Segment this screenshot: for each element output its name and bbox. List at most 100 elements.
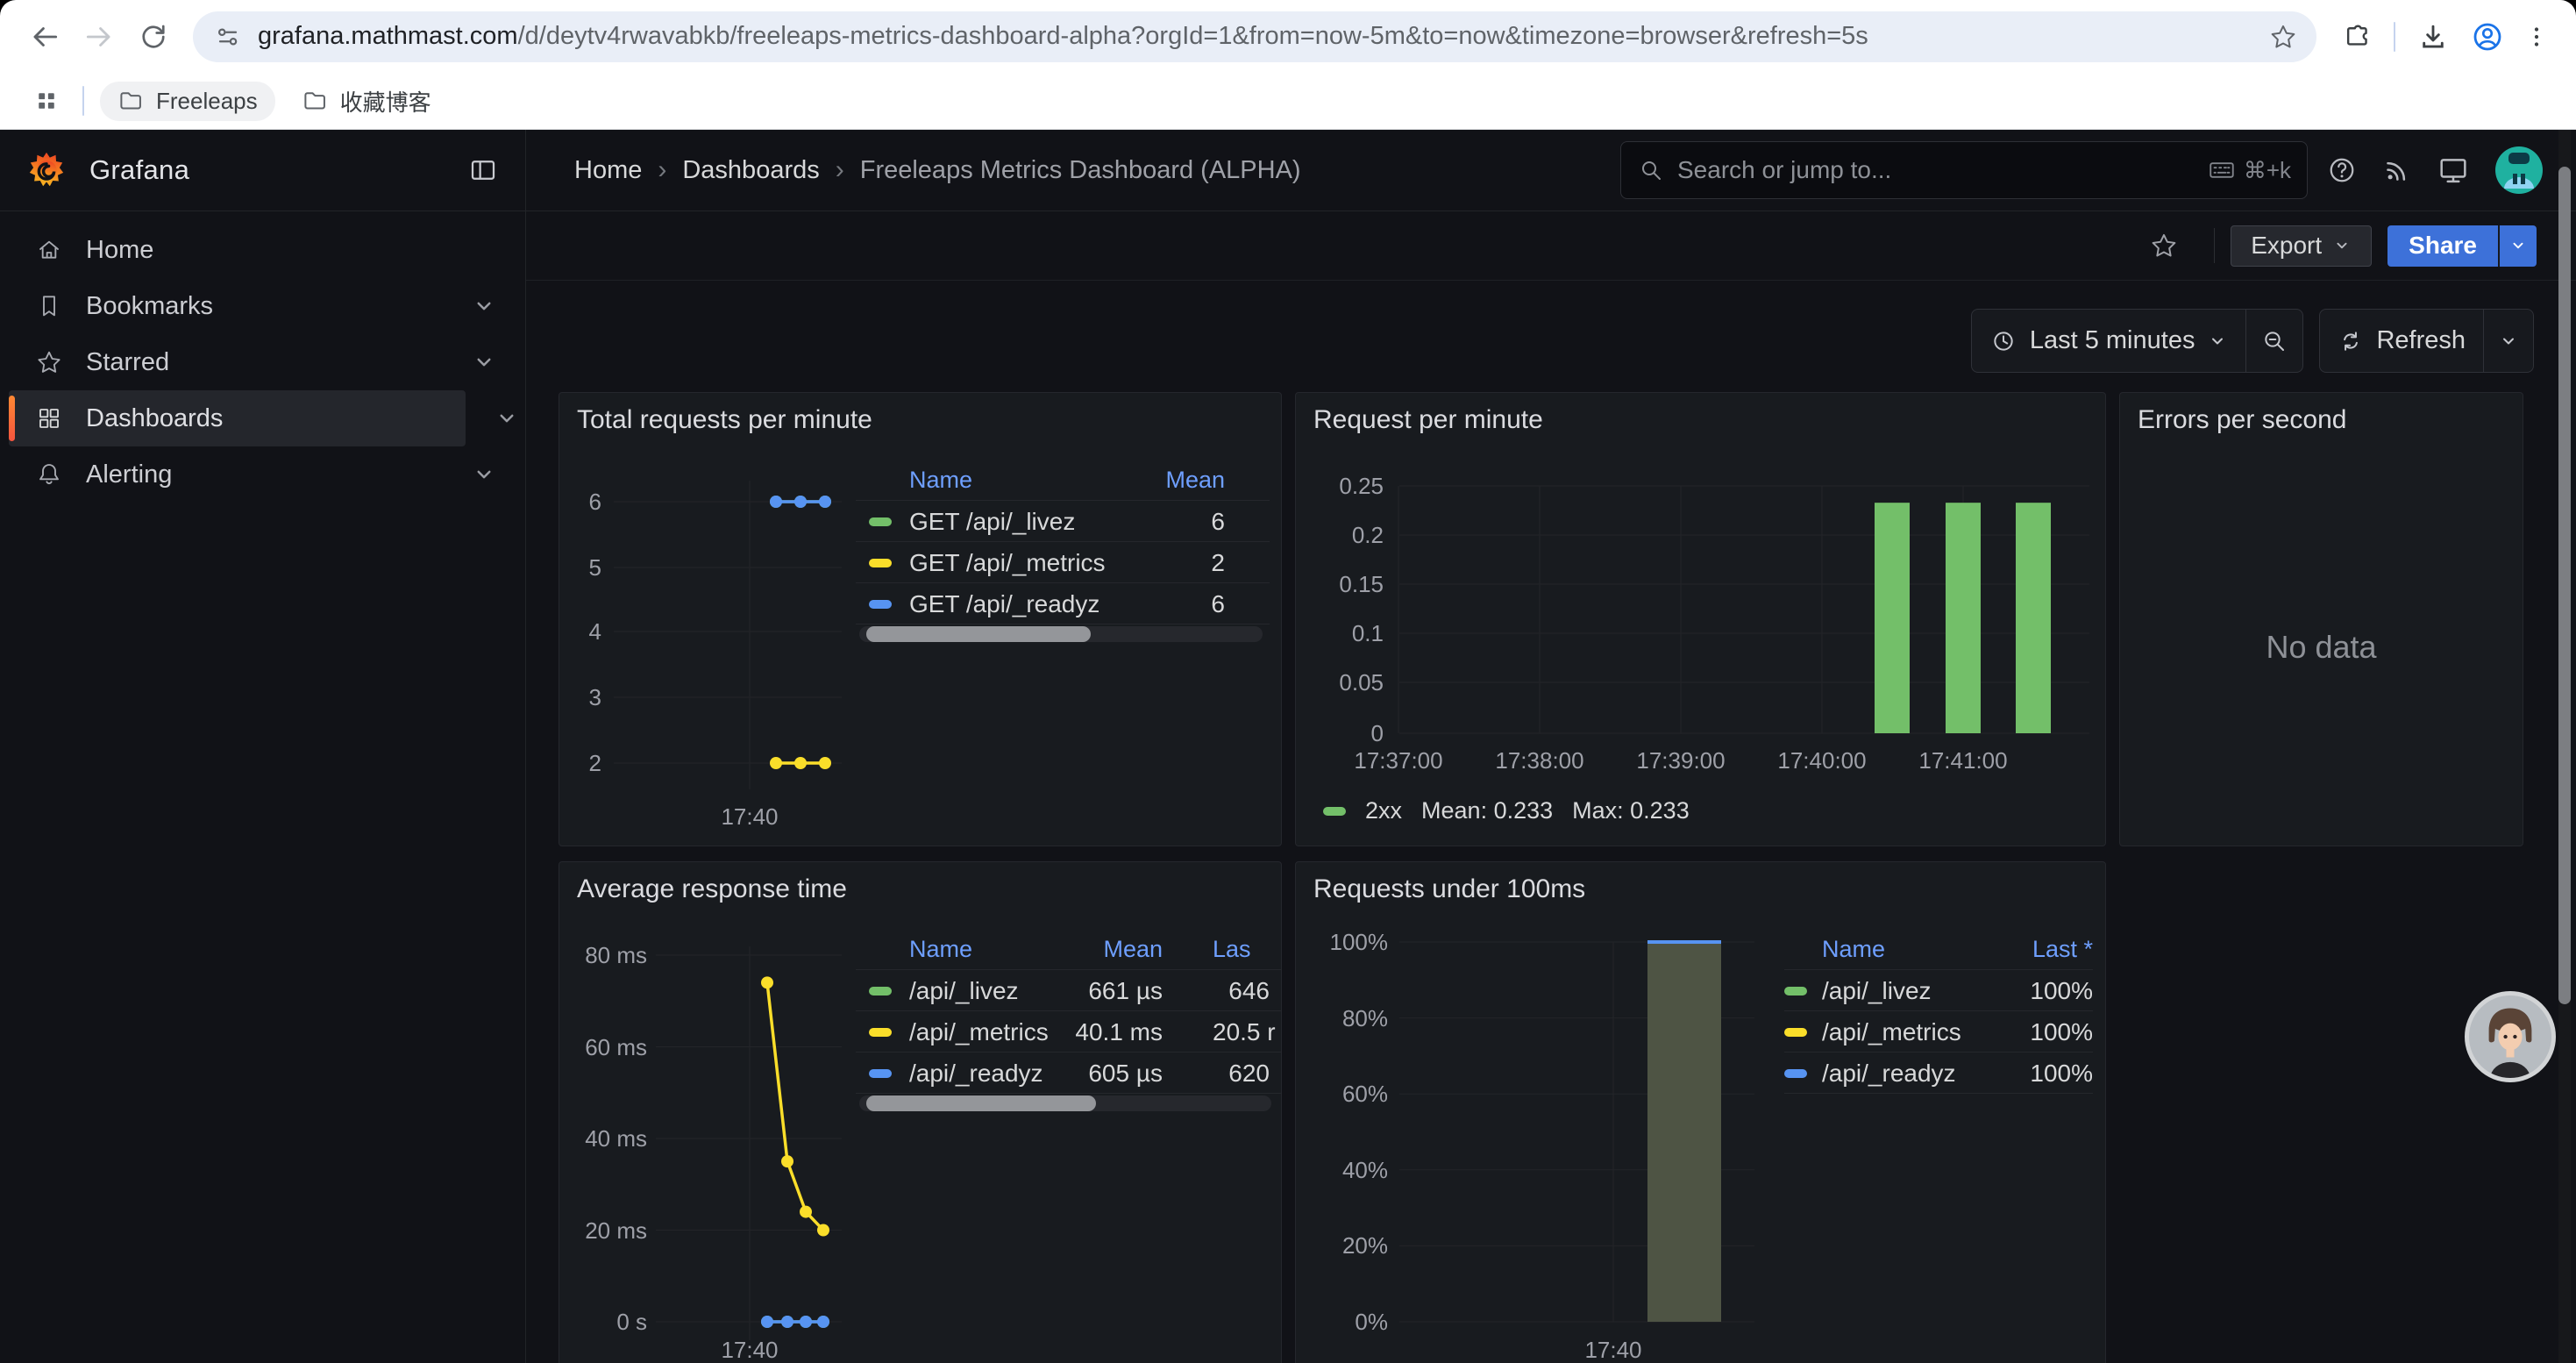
dock-menu-button[interactable] [467,154,499,186]
panel-title[interactable]: Request per minute [1313,405,1543,435]
series-lines [770,496,831,769]
chevron-down-icon [2498,331,2519,352]
page-scrollbar-thumb[interactable] [2558,167,2571,1004]
url-text[interactable]: grafana.mathmast.com/d/deytv4rwavabkb/fr… [258,22,2262,51]
reload-button[interactable] [130,13,177,61]
series-swatch [1784,1069,1807,1078]
legend-row[interactable]: /api/_readyz 605 µs 620 [856,1053,1282,1094]
series-name[interactable]: 2xx [1365,797,1402,824]
series-swatch [869,1069,892,1078]
scrollbar-thumb[interactable] [866,626,1091,642]
apps-button[interactable] [26,81,67,121]
series-name[interactable]: GET /api/_readyz [909,590,1099,618]
kiosk-monitor-icon[interactable] [2436,153,2471,188]
search-input[interactable]: Search or jump to... ⌘+k [1620,141,2308,199]
panel-title[interactable]: Requests under 100ms [1313,874,1585,904]
sidebar-item-starred[interactable]: Starred [9,334,513,390]
sidebar-item-dashboards[interactable]: Dashboards [9,390,466,446]
legend-scrollbar[interactable] [859,626,1263,642]
news-rss-icon[interactable] [2381,154,2413,186]
expand-chevron-icon[interactable] [471,293,497,319]
legend-row[interactable]: GET /api/_metrics 2 [856,542,1270,583]
panel-title[interactable]: Average response time [577,874,847,904]
grafana-app: Grafana Home Bookmarks Starred [0,130,2576,1363]
col-last[interactable]: Las [1213,936,1251,963]
browser-menu-button[interactable] [2518,13,2555,61]
series-name[interactable]: GET /api/_metrics [909,549,1106,577]
legend-row[interactable]: /api/_livez 100% [1784,970,2093,1011]
y-tick: 60 ms [585,1034,647,1060]
extensions-button[interactable] [2332,13,2380,61]
series-name[interactable]: /api/_metrics [909,1018,1049,1046]
browser-window: grafana.mathmast.com/d/deytv4rwavabkb/fr… [0,0,2576,1363]
legend-scrollbar[interactable] [859,1095,1271,1111]
bookmark-star-icon [2268,22,2298,52]
refresh-interval-button[interactable] [2484,310,2533,372]
col-mean[interactable]: Mean [1103,936,1163,963]
col-mean[interactable]: Mean [1165,467,1225,494]
brand-name: Grafana [89,154,189,186]
user-avatar[interactable] [2494,145,2544,196]
share-button[interactable]: Share [2387,225,2498,267]
x-tick: 17:38:00 [1495,747,1583,774]
site-settings-icon[interactable] [212,21,244,53]
bell-icon [35,460,63,489]
refresh-button[interactable]: Refresh [2320,310,2483,372]
expand-chevron-icon[interactable] [494,405,520,432]
export-button[interactable]: Export [2231,225,2372,267]
col-name[interactable]: Name [909,467,972,494]
series-name[interactable]: /api/_metrics [1822,1018,1961,1046]
expand-chevron-icon[interactable] [471,461,497,488]
series-mean: Mean: 0.233 [1421,797,1553,824]
bar-chart[interactable]: 0.25 0.2 0.15 0.1 0.05 0 17:37:00 17:38:… [1296,393,2106,846]
downloads-button[interactable] [2409,13,2457,61]
share-label: Share [2409,232,2477,260]
y-tick: 80% [1342,1005,1388,1031]
series-name[interactable]: /api/_readyz [909,1060,1043,1088]
series-last: 620 [1228,1060,1270,1088]
bookmark-folder-blogs[interactable]: 收藏博客 [284,82,449,121]
breadcrumb-home[interactable]: Home [574,156,642,185]
scrollbar-thumb[interactable] [866,1095,1096,1111]
zoom-out-button[interactable] [2246,310,2302,372]
sidebar-item-label: Alerting [86,460,172,489]
y-tick: 0.25 [1339,473,1384,499]
legend-row[interactable]: /api/_readyz 100% [1784,1053,2093,1094]
profile-button[interactable] [2464,13,2511,61]
bookmark-folder-freeleaps[interactable]: Freeleaps [100,82,275,121]
series-name[interactable]: /api/_livez [1822,977,1932,1005]
sidebar-item-bookmarks[interactable]: Bookmarks [9,278,513,334]
sidebar-item-alerting[interactable]: Alerting [9,446,513,503]
legend-row[interactable]: /api/_metrics 100% [1784,1011,2093,1053]
favorite-star-button[interactable] [2149,231,2179,260]
legend-row[interactable]: /api/_livez 661 µs 646 [856,970,1282,1011]
breadcrumb-dashboards[interactable]: Dashboards [682,156,819,185]
help-icon[interactable] [2325,153,2359,187]
legend-row[interactable]: GET /api/_livez 6 [856,501,1270,542]
forward-button[interactable] [75,13,123,61]
back-button[interactable] [21,13,68,61]
time-range-picker[interactable]: Last 5 minutes [1972,310,2246,372]
url-bar[interactable]: grafana.mathmast.com/d/deytv4rwavabkb/fr… [193,11,2316,62]
bookmark-page-button[interactable] [2262,16,2304,58]
share-button-group: Share [2387,225,2537,267]
legend-table: Name Mean GET /api/_livez 6 GET /api/_me… [856,460,1270,624]
bookmark-label: 收藏博客 [340,85,431,118]
series-name[interactable]: /api/_livez [909,977,1019,1005]
legend-row[interactable]: GET /api/_readyz 6 [856,583,1270,624]
series-name[interactable]: /api/_readyz [1822,1060,1956,1088]
col-name[interactable]: Name [909,936,972,963]
grafana-logo[interactable] [26,150,67,190]
legend-row[interactable]: /api/_metrics 40.1 ms 20.5 r [856,1011,1282,1053]
col-name[interactable]: Name [1822,936,1885,963]
sidebar-item-home[interactable]: Home [9,222,513,278]
star-icon [2149,231,2179,260]
series-name[interactable]: GET /api/_livez [909,508,1075,536]
floating-assistant-avatar[interactable] [2465,991,2556,1082]
expand-chevron-icon[interactable] [471,349,497,375]
panel-title[interactable]: Errors per second [2138,405,2346,435]
time-controls: Last 5 minutes Refresh [1971,309,2534,373]
share-dropdown-button[interactable] [2498,225,2537,267]
col-last[interactable]: Last * [2032,936,2093,963]
panel-title[interactable]: Total requests per minute [577,405,872,435]
